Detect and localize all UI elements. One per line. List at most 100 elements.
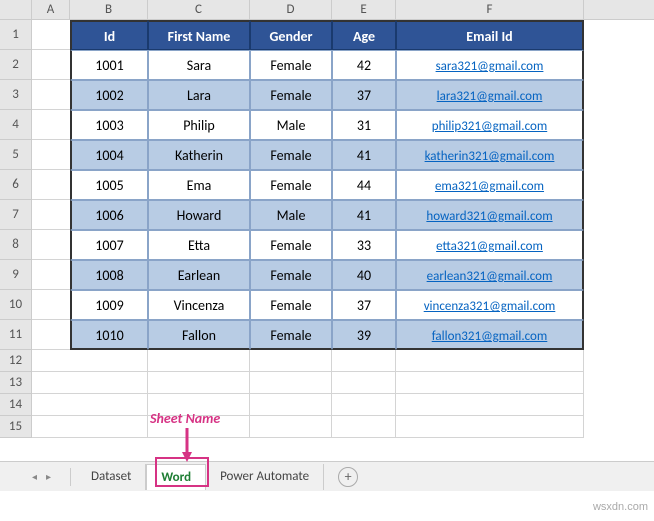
add-sheet-button[interactable]: + [338,467,358,487]
cell-id[interactable]: 1003 [70,110,148,140]
cell[interactable] [32,350,70,372]
email-link[interactable]: earlean321@gmail.com [427,269,553,284]
cell[interactable] [396,350,584,372]
cell-firstname[interactable]: Ema [148,170,250,200]
email-link[interactable]: philip321@gmail.com [432,119,547,134]
row-header-7[interactable]: 7 [0,200,32,230]
cell-id[interactable]: 1009 [70,290,148,320]
cell[interactable] [148,350,250,372]
cell-gender[interactable]: Female [250,230,332,260]
email-link[interactable]: katherin321@gmail.com [425,149,555,164]
col-header-A[interactable]: A [32,0,70,19]
cell-firstname[interactable]: Lara [148,80,250,110]
cell-email[interactable]: howard321@gmail.com [396,200,584,230]
cell-gender[interactable]: Female [250,170,332,200]
cell[interactable] [250,350,332,372]
row-header-2[interactable]: 2 [0,50,32,80]
cell-email[interactable]: sara321@gmail.com [396,50,584,80]
cell-age[interactable]: 31 [332,110,396,140]
cell-id[interactable]: 1007 [70,230,148,260]
cell[interactable] [32,80,70,110]
cell[interactable] [32,170,70,200]
cell-email[interactable]: earlean321@gmail.com [396,260,584,290]
header-firstname[interactable]: First Name [148,20,250,50]
tab-dataset[interactable]: Dataset [77,464,146,490]
cell[interactable] [32,416,70,438]
cell-firstname[interactable]: Earlean [148,260,250,290]
cell-age[interactable]: 42 [332,50,396,80]
cell[interactable] [332,416,396,438]
row-header-5[interactable]: 5 [0,140,32,170]
cell-age[interactable]: 37 [332,80,396,110]
cell[interactable] [32,200,70,230]
cell[interactable] [70,394,148,416]
cell-firstname[interactable]: Vincenza [148,290,250,320]
cell-gender[interactable]: Female [250,80,332,110]
tab-word[interactable]: Word [146,464,206,490]
cell[interactable] [32,20,70,50]
cell-age[interactable]: 41 [332,200,396,230]
cell-id[interactable]: 1010 [70,320,148,350]
cell[interactable] [250,372,332,394]
cell[interactable] [396,372,584,394]
cell-gender[interactable]: Male [250,200,332,230]
email-link[interactable]: vincenza321@gmail.com [424,299,556,314]
select-all-corner[interactable] [0,0,32,19]
cell[interactable] [250,394,332,416]
tab-next-icon[interactable]: ▸ [46,472,56,482]
cell-email[interactable]: fallon321@gmail.com [396,320,584,350]
cell-gender[interactable]: Female [250,140,332,170]
header-email[interactable]: Email Id [396,20,584,50]
cell-id[interactable]: 1001 [70,50,148,80]
cell[interactable] [70,372,148,394]
cell[interactable] [396,416,584,438]
header-age[interactable]: Age [332,20,396,50]
cell-gender[interactable]: Female [250,320,332,350]
row-header-4[interactable]: 4 [0,110,32,140]
header-gender[interactable]: Gender [250,20,332,50]
col-header-E[interactable]: E [332,0,396,19]
email-link[interactable]: lara321@gmail.com [437,89,543,104]
row-header-10[interactable]: 10 [0,290,32,320]
cell[interactable] [332,394,396,416]
cell-email[interactable]: katherin321@gmail.com [396,140,584,170]
cell-email[interactable]: lara321@gmail.com [396,80,584,110]
cell[interactable] [332,350,396,372]
cell[interactable] [70,350,148,372]
cell-gender[interactable]: Male [250,110,332,140]
cell-id[interactable]: 1002 [70,80,148,110]
cell[interactable] [32,230,70,260]
email-link[interactable]: howard321@gmail.com [426,209,552,224]
cell[interactable] [70,416,148,438]
email-link[interactable]: etta321@gmail.com [436,239,543,254]
email-link[interactable]: ema321@gmail.com [435,179,544,194]
header-id[interactable]: Id [70,20,148,50]
cell-email[interactable]: etta321@gmail.com [396,230,584,260]
cell-gender[interactable]: Female [250,260,332,290]
cell[interactable] [396,394,584,416]
cell-age[interactable]: 33 [332,230,396,260]
row-header-9[interactable]: 9 [0,260,32,290]
col-header-F[interactable]: F [396,0,584,19]
cell-id[interactable]: 1005 [70,170,148,200]
cell-age[interactable]: 44 [332,170,396,200]
cell[interactable] [32,290,70,320]
cell[interactable] [148,372,250,394]
cell-firstname[interactable]: Katherin [148,140,250,170]
cell-firstname[interactable]: Fallon [148,320,250,350]
cell-gender[interactable]: Female [250,290,332,320]
cell-email[interactable]: vincenza321@gmail.com [396,290,584,320]
row-header-11[interactable]: 11 [0,320,32,350]
row-header-3[interactable]: 3 [0,80,32,110]
col-header-C[interactable]: C [148,0,250,19]
cell-firstname[interactable]: Sara [148,50,250,80]
row-header-6[interactable]: 6 [0,170,32,200]
row-header-12[interactable]: 12 [0,350,32,372]
cell-firstname[interactable]: Howard [148,200,250,230]
cell[interactable] [32,110,70,140]
row-header-13[interactable]: 13 [0,372,32,394]
email-link[interactable]: sara321@gmail.com [436,59,544,74]
row-header-8[interactable]: 8 [0,230,32,260]
cell[interactable] [32,394,70,416]
email-link[interactable]: fallon321@gmail.com [432,329,548,344]
